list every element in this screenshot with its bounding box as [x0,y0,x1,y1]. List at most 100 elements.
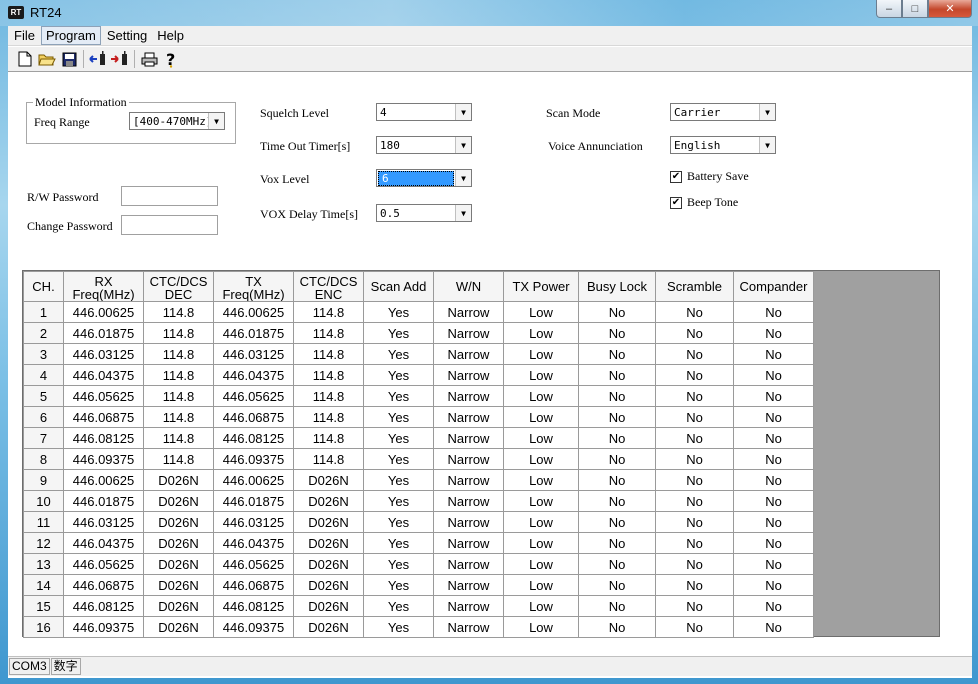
cell-compander[interactable]: No [733,553,814,575]
cell-ctc-dcs-dec[interactable]: 114.8 [143,301,214,323]
table-row[interactable]: 10 446.01875 D026N 446.01875 D026N Yes Narrow L… [23,490,814,512]
cell-busy-lock[interactable]: No [578,490,656,512]
cell-w-n[interactable]: Narrow [433,406,504,428]
cell-compander[interactable]: No [733,616,814,638]
table-row[interactable]: 1 446.00625 114.8 446.00625 114.8 Yes Narrow Lo… [23,301,814,323]
cell-tx-freq[interactable]: 446.01875 [213,490,294,512]
cell-scan-add[interactable]: Yes [363,406,434,428]
new-file-icon[interactable] [14,49,36,69]
menu-program[interactable]: Program [40,26,101,45]
cell-w-n[interactable]: Narrow [433,553,504,575]
chevron-down-icon[interactable]: ▼ [208,113,224,129]
menu-help[interactable]: Help [153,27,188,44]
cell-rx-freq[interactable]: 446.00625 [63,301,144,323]
cell-scan-add[interactable]: Yes [363,511,434,533]
cell-tx-power[interactable]: Low [503,364,579,386]
chevron-down-icon[interactable]: ▼ [455,104,471,120]
cell-rx-freq[interactable]: 446.03125 [63,511,144,533]
cell-scan-add[interactable]: Yes [363,364,434,386]
cell-ctc-dcs-enc[interactable]: D026N [293,469,364,491]
cell-rx-freq[interactable]: 446.08125 [63,595,144,617]
cell-tx-power[interactable]: Low [503,511,579,533]
cell-busy-lock[interactable]: No [578,322,656,344]
column-header-rx-freq[interactable]: RX Freq(MHz) [63,271,144,302]
cell-tx-freq[interactable]: 446.06875 [213,406,294,428]
cell-ctc-dcs-enc[interactable]: 114.8 [293,427,364,449]
cell-ctc-dcs-enc[interactable]: D026N [293,490,364,512]
cell-compander[interactable]: No [733,301,814,323]
cell-scan-add[interactable]: Yes [363,385,434,407]
cell-compander[interactable]: No [733,427,814,449]
cell-scramble[interactable]: No [655,595,734,617]
cell-tx-freq[interactable]: 446.06875 [213,574,294,596]
table-row[interactable]: 5 446.05625 114.8 446.05625 114.8 Yes Narrow Lo… [23,385,814,407]
cell-ctc-dcs-dec[interactable]: D026N [143,469,214,491]
cell-rx-freq[interactable]: 446.09375 [63,448,144,470]
cell-busy-lock[interactable]: No [578,553,656,575]
cell-ctc-dcs-dec[interactable]: D026N [143,574,214,596]
column-header-scan-add[interactable]: Scan Add [363,271,434,302]
cell-scramble[interactable]: No [655,343,734,365]
close-button[interactable]: ✕ [928,0,972,18]
cell-tx-freq[interactable]: 446.08125 [213,595,294,617]
cell-compander[interactable]: No [733,511,814,533]
cell-ctc-dcs-dec[interactable]: 114.8 [143,385,214,407]
scan-mode-select[interactable]: Carrier ▼ [670,103,776,121]
cell-ctc-dcs-dec[interactable]: D026N [143,490,214,512]
cell-scramble[interactable]: No [655,364,734,386]
cell-scramble[interactable]: No [655,553,734,575]
cell-busy-lock[interactable]: No [578,574,656,596]
column-header-w-n[interactable]: W/N [433,271,504,302]
cell-scramble[interactable]: No [655,574,734,596]
cell-ctc-dcs-dec[interactable]: D026N [143,595,214,617]
save-icon[interactable] [58,49,80,69]
column-header-ctc-dcs-enc[interactable]: CTC/DCS ENC [293,271,364,302]
cell-busy-lock[interactable]: No [578,511,656,533]
cell-compander[interactable]: No [733,574,814,596]
cell-w-n[interactable]: Narrow [433,595,504,617]
cell-tx-freq[interactable]: 446.09375 [213,448,294,470]
cell-scan-add[interactable]: Yes [363,322,434,344]
chevron-down-icon[interactable]: ▼ [455,170,471,186]
cell-w-n[interactable]: Narrow [433,574,504,596]
cell-tx-freq[interactable]: 446.05625 [213,553,294,575]
table-row[interactable]: 3 446.03125 114.8 446.03125 114.8 Yes Narrow Lo… [23,343,814,365]
table-row[interactable]: 9 446.00625 D026N 446.00625 D026N Yes Narrow Lo… [23,469,814,491]
cell-ctc-dcs-dec[interactable]: D026N [143,553,214,575]
cell-ctc-dcs-enc[interactable]: 114.8 [293,343,364,365]
cell-scan-add[interactable]: Yes [363,574,434,596]
table-row[interactable]: 15 446.08125 D026N 446.08125 D026N Yes Narrow L… [23,595,814,617]
cell-scan-add[interactable]: Yes [363,553,434,575]
cell-rx-freq[interactable]: 446.01875 [63,322,144,344]
cell-busy-lock[interactable]: No [578,427,656,449]
cell-ctc-dcs-enc[interactable]: 114.8 [293,322,364,344]
cell-tx-freq[interactable]: 446.04375 [213,532,294,554]
cell-rx-freq[interactable]: 446.06875 [63,574,144,596]
cell-rx-freq[interactable]: 446.05625 [63,553,144,575]
cell-tx-freq[interactable]: 446.09375 [213,616,294,638]
cell-tx-power[interactable]: Low [503,469,579,491]
vox-level-select[interactable]: 6 ▼ [376,169,472,187]
cell-tx-power[interactable]: Low [503,490,579,512]
cell-scan-add[interactable]: Yes [363,301,434,323]
change-password-input[interactable] [121,215,218,235]
cell-w-n[interactable]: Narrow [433,322,504,344]
cell-ctc-dcs-dec[interactable]: D026N [143,616,214,638]
cell-scan-add[interactable]: Yes [363,532,434,554]
cell-scan-add[interactable]: Yes [363,616,434,638]
read-from-radio-icon[interactable] [87,49,109,69]
cell-scramble[interactable]: No [655,301,734,323]
chevron-down-icon[interactable]: ▼ [455,137,471,153]
cell-tx-power[interactable]: Low [503,343,579,365]
table-row[interactable]: 12 446.04375 D026N 446.04375 D026N Yes Narrow L… [23,532,814,554]
cell-tx-power[interactable]: Low [503,322,579,344]
menu-setting[interactable]: Setting [103,27,151,44]
cell-w-n[interactable]: Narrow [433,301,504,323]
table-row[interactable]: 13 446.05625 D026N 446.05625 D026N Yes Narrow L… [23,553,814,575]
cell-ctc-dcs-dec[interactable]: 114.8 [143,322,214,344]
cell-ctc-dcs-dec[interactable]: 114.8 [143,364,214,386]
write-to-radio-icon[interactable] [109,49,131,69]
cell-tx-power[interactable]: Low [503,616,579,638]
cell-scramble[interactable]: No [655,469,734,491]
cell-tx-power[interactable]: Low [503,553,579,575]
